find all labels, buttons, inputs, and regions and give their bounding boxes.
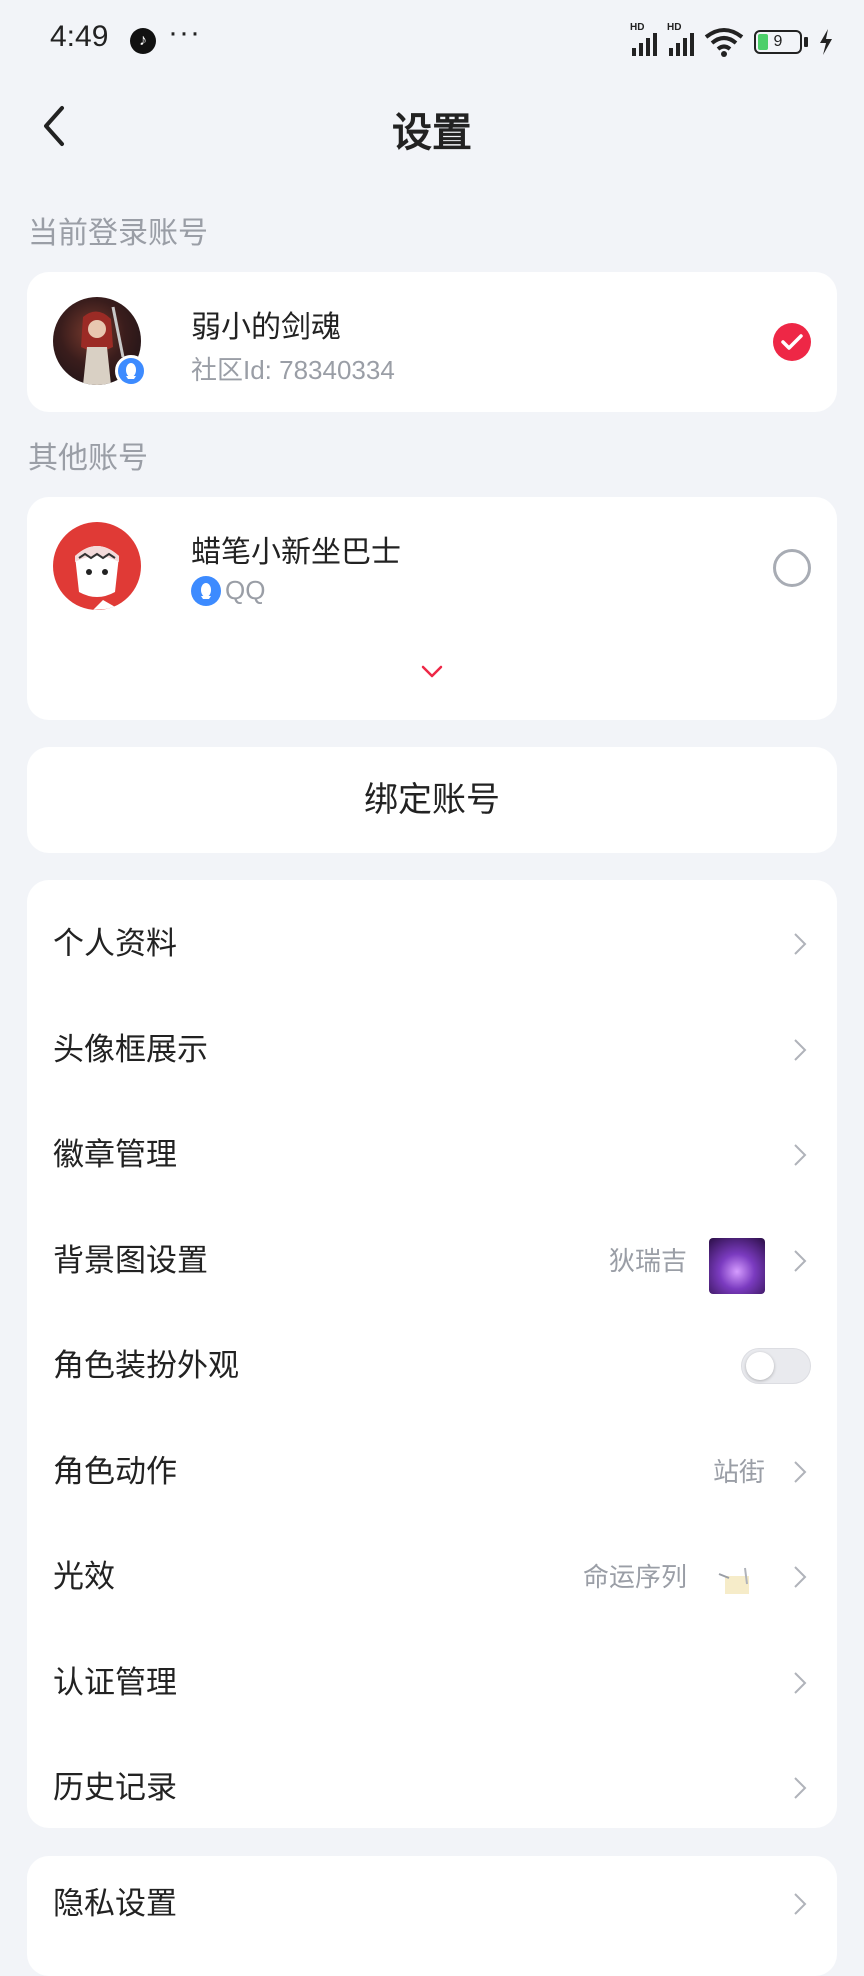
current-account-label: 当前登录账号 [28,217,208,250]
battery-tip [804,37,808,47]
menu-item-label: 历史记录 [53,1770,177,1805]
menu-item-label: 光效 [53,1559,115,1594]
menu-item-appearance: 角色装扮外观 [27,1313,837,1419]
wifi-icon [704,28,744,57]
privacy-menu-card: 隐私设置 [27,1856,837,1976]
community-id: 社区Id: 78340334 [191,355,395,385]
menu-item-label: 头像框展示 [53,1032,208,1067]
menu-item-label: 徽章管理 [53,1137,177,1172]
other-accounts-label: 其他账号 [28,442,148,475]
qq-badge-icon [115,355,147,387]
chevron-right-icon [794,1144,807,1166]
background-thumbnail [709,1238,765,1294]
status-indicators: HD HD 9 [630,22,834,60]
chevron-right-icon [794,1461,807,1483]
settings-menu-card: 个人资料 头像框展示 徽章管理 背景图设置 狄瑞吉 角色装扮外观 角色动作 站街… [27,880,837,1828]
charging-icon [820,29,832,55]
expand-chevron-icon[interactable] [421,665,443,679]
status-time: 4:49 [50,20,109,53]
account-name: 弱小的剑魂 [191,311,341,344]
signal-icon: HD [630,22,657,56]
chevron-right-icon [794,933,807,955]
more-notifications-icon: ··· [168,16,201,49]
menu-item-avatar-frame[interactable]: 头像框展示 [27,997,837,1103]
avatar[interactable] [53,522,141,610]
menu-item-value: 狄瑞吉 [608,1246,687,1276]
chevron-right-icon [794,1566,807,1588]
other-accounts-card: 蜡笔小新坐巴士 QQ [27,497,837,720]
menu-item-label: 个人资料 [53,926,177,961]
selected-check-icon [773,323,811,361]
chevron-right-icon [794,1039,807,1061]
account-name: 蜡笔小新坐巴士 [191,536,401,569]
menu-item-label: 隐私设置 [53,1886,177,1921]
tiktok-icon: ♪ [130,28,156,54]
menu-item-value: 站街 [712,1457,765,1487]
chevron-right-icon [794,1672,807,1694]
platform-label: QQ [225,575,266,605]
menu-item-history[interactable]: 历史记录 [27,1735,837,1841]
signal-icon: HD [667,22,694,56]
hd-label: HD [667,22,682,33]
chevron-right-icon [794,1777,807,1799]
appearance-toggle[interactable] [741,1348,811,1384]
chevron-right-icon [794,1893,807,1915]
status-bar: 4:49 ♪ ··· HD HD 9 [0,0,864,84]
battery-level: 9 [773,33,783,50]
menu-item-badges[interactable]: 徽章管理 [27,1102,837,1208]
menu-item-label: 角色装扮外观 [53,1348,239,1383]
chevron-right-icon [794,1250,807,1272]
hd-label: HD [630,22,645,33]
menu-item-value: 命运序列 [582,1562,687,1592]
menu-item-privacy[interactable]: 隐私设置 [27,1856,837,1952]
page-title: 设置 [392,111,472,155]
current-account-card[interactable]: 弱小的剑魂 社区Id: 78340334 [27,272,837,412]
menu-item-profile[interactable]: 个人资料 [27,891,837,997]
battery-icon: 9 [754,30,802,54]
menu-item-label: 认证管理 [53,1665,177,1700]
account-platform: QQ [191,575,265,606]
bind-account-button[interactable]: 绑定账号 [27,747,837,853]
menu-item-action[interactable]: 角色动作 站街 [27,1419,837,1525]
unselected-radio-icon[interactable] [773,549,811,587]
light-effect-thumbnail [709,1554,765,1610]
menu-item-verification[interactable]: 认证管理 [27,1630,837,1736]
menu-item-light-effect[interactable]: 光效 命运序列 [27,1524,837,1630]
menu-item-background[interactable]: 背景图设置 狄瑞吉 [27,1208,837,1314]
menu-item-label: 背景图设置 [53,1243,208,1278]
menu-item-label: 角色动作 [53,1454,177,1489]
qq-icon [191,575,221,606]
